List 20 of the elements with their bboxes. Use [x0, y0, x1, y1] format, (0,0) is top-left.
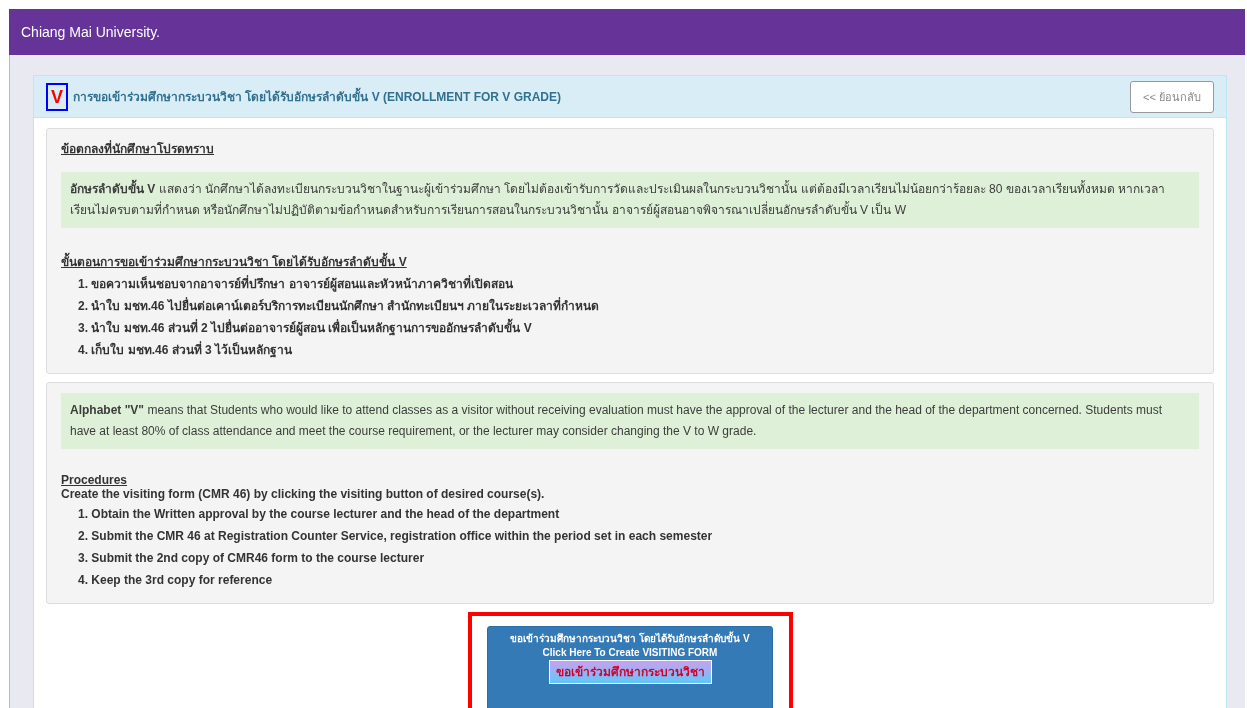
banner-image: ขอเข้าร่วมศึกษากระบวนวิชา [548, 660, 712, 684]
back-button[interactable]: << ย้อนกลับ [1130, 80, 1214, 113]
step-text: 3. Submit the 2nd copy of CMR46 form to the course lecturer [78, 550, 426, 567]
step-text: 4. Keep the 3rd copy for reference [78, 572, 274, 589]
panel-title: การขอเข้าร่วมศึกษากระบวนวิชา โดยได้รับอักษรลำดับขั้น V (ENROLLMENT FOR V GRADE) [73, 87, 1131, 106]
step-text: 1. Obtain the Written approval by the course lecturer and the head of the department [78, 506, 561, 523]
steps-heading: ขั้นตอนการขอเข้าร่วมศึกษากระบวนวิชา โดยได้รับอักษรลำดับขั้น V [61, 252, 407, 271]
notice-text: Alphabet "V" means that Students who would like to attend classes as a visitor without receiving evaluation must have the approval of the lecturer and the head of the department concerned. Students must have at least 80% of class attendance and meet the course requirement, or the lecturer may consider changing the V to W grade. [61, 393, 1199, 449]
step-text: 4. เก็บใบ มชท.46 ส่วนที่ 3 ไว้เป็นหลักฐาน [78, 340, 294, 360]
site-title: Chiang Mai University. [21, 24, 160, 40]
step-text: 3. นำใบ มชท.46 ส่วนที่ 2 ไปยื่นต่ออาจารย์ผู้สอน เพื่อเป็นหลักฐานการขออักษรลำดับขั้น V [78, 317, 1199, 339]
step-text: 2. Submit the CMR 46 at Registration Counter Service, registration office within the period set in each semester [78, 528, 714, 545]
section-heading: ข้อตกลงที่นักศึกษาโปรดทราบ [61, 139, 214, 158]
visiting-form-button[interactable]: ขอเข้าร่วมศึกษากระบวนวิชา โดยได้รับอักษรลำดับขั้น V Click Here To Create VISITING FORM ขอเข้าร่วมศึกษากระบวนวิชา [487, 626, 773, 708]
notice-text: อักษรลำดับขั้น V แสดงว่า นักศึกษาได้ลงทะเบียนกระบวนวิชาในฐานะผู้เข้าร่วมศึกษา โดยไม่ต้องเข้ารับการวัดและประเมินผลในกระบวนวิชานั้น แต่ต้องมีเวลาเรียนไม่น้อยกว่าร้อยละ 80 ของเวลาเรียนทั้งหมด หากเวลาเรียนไม่ครบตามที่กำหนด หรือนักศึกษาไม่ปฏิบัติตามข้อกำหนดสำหรับการเรียนการสอนในกระบวนวิชานั้น อาจารย์ผู้สอนอาจพิจารณาเปลี่ยนอักษรลำดับขั้น V เป็น W [61, 172, 1199, 228]
intro-text: Create the visiting form (CMR 46) by clicking the visiting button of desired course(s). [61, 487, 546, 501]
step-text: 2. นำใบ มชท.46 ไปยื่นต่อเคาน์เตอร์บริการทะเบียนนักศึกษา สำนักทะเบียนฯ ภายในระยะเวลาที่กำหนด [78, 296, 601, 315]
steps-heading: Procedures [61, 473, 128, 487]
step-text: 1. ขอความเห็นชอบจากอาจารย์ที่ปรึกษา อาจารย์ผู้สอนและหัวหน้าภาควิชาที่เปิดสอน [78, 274, 514, 294]
grade-badge: V [46, 82, 68, 111]
